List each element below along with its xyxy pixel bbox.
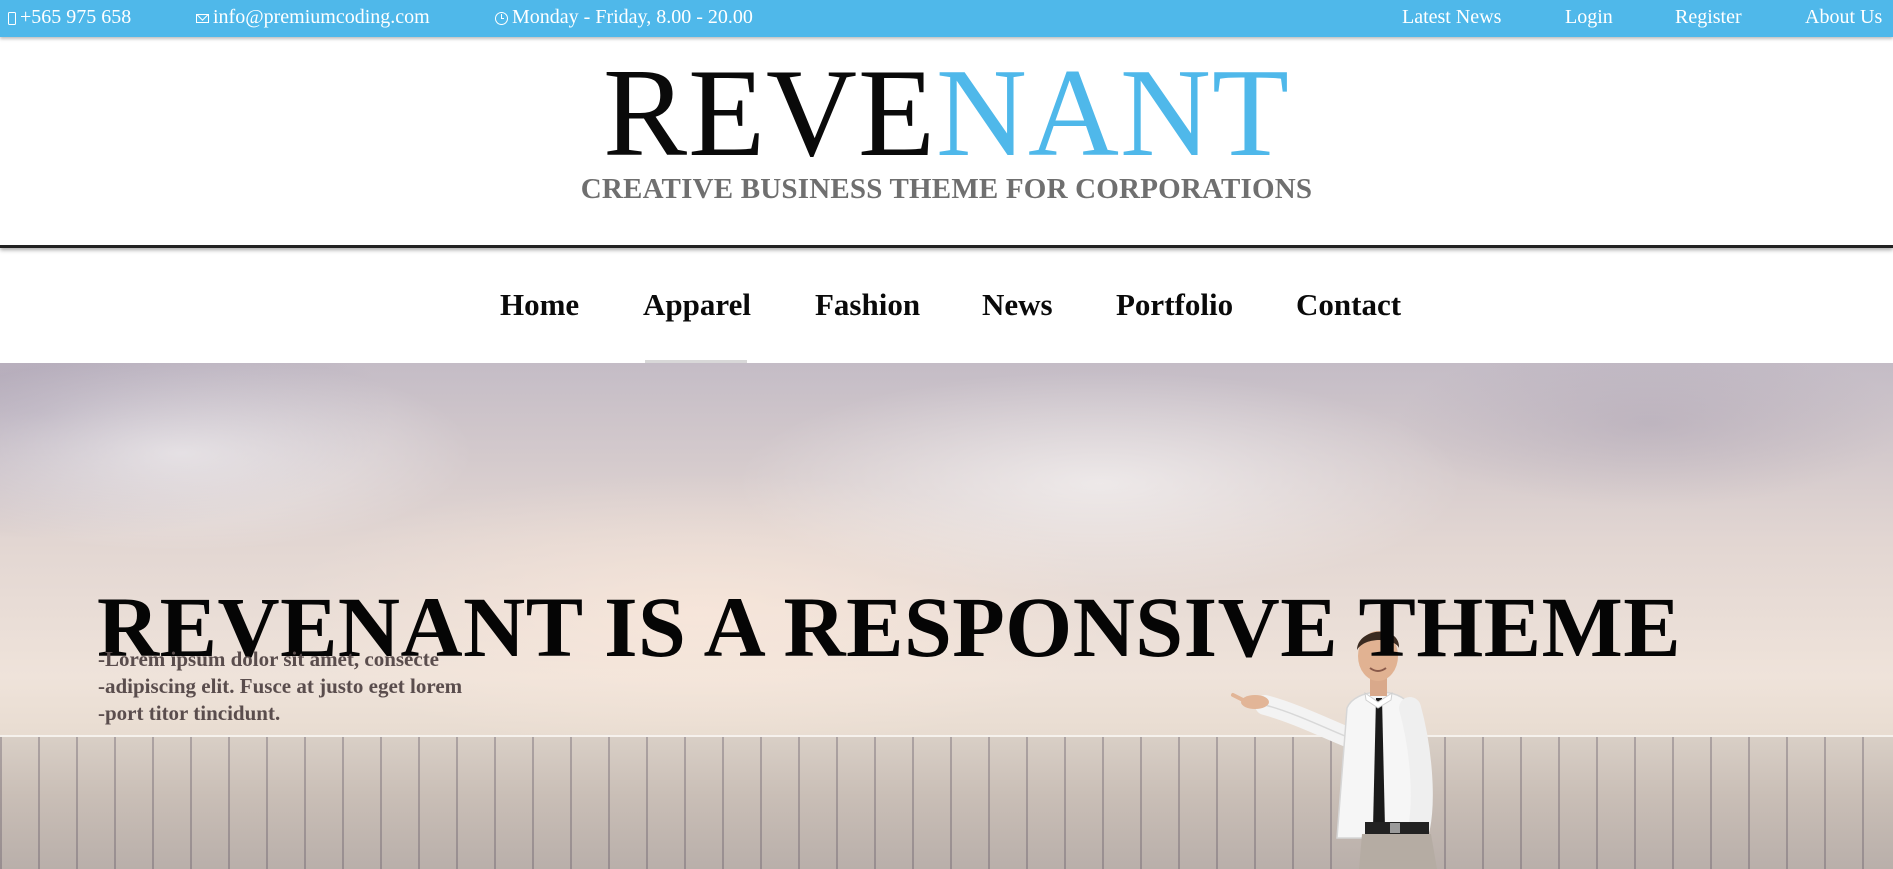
hero-line: -Lorem ipsum dolor sit amet, consecte [98, 647, 440, 671]
hero-banner: REVENANT IS A RESPONSIVE THEME -Lorem ip… [0, 363, 1893, 869]
mail-icon [196, 14, 209, 23]
contact-email[interactable]: info@premiumcoding.com [196, 6, 430, 29]
hero-description: -Lorem ipsum dolor sit amet, consecte -a… [98, 646, 462, 727]
logo-part-dark: REVE [603, 44, 936, 183]
top-link-about-us[interactable]: About Us [1805, 6, 1882, 29]
top-link-latest-news[interactable]: Latest News [1402, 6, 1501, 29]
hours-text: Monday - Friday, 8.00 - 20.00 [512, 6, 753, 28]
top-link-login[interactable]: Login [1565, 6, 1613, 29]
hero-boardwalk [0, 737, 1893, 869]
nav-item-portfolio[interactable]: Portfolio [1116, 287, 1233, 323]
nav-item-news[interactable]: News [982, 287, 1053, 323]
site-tagline: CREATIVE BUSINESS THEME FOR CORPORATIONS [580, 173, 1313, 205]
nav-item-contact[interactable]: Contact [1296, 287, 1401, 323]
hero-line: -port titor tincidunt. [98, 701, 281, 725]
clock-icon [495, 12, 508, 25]
top-bar: +565 975 658 info@premiumcoding.com Mond… [0, 0, 1893, 37]
top-link-register[interactable]: Register [1675, 6, 1742, 29]
site-logo[interactable]: REVENANT [0, 51, 1893, 177]
main-nav: Home Apparel Fashion News Portfolio Cont… [0, 250, 1893, 363]
site-header: REVENANT CREATIVE BUSINESS THEME FOR COR… [0, 37, 1893, 248]
email-text[interactable]: info@premiumcoding.com [213, 6, 430, 29]
logo-part-blue: NANT [936, 44, 1290, 183]
nav-item-apparel[interactable]: Apparel [643, 287, 751, 323]
nav-item-home[interactable]: Home [500, 287, 579, 323]
phone-icon [8, 12, 16, 25]
contact-hours: Monday - Friday, 8.00 - 20.00 [495, 6, 753, 29]
phone-text: +565 975 658 [20, 6, 132, 28]
contact-phone: +565 975 658 [8, 6, 131, 29]
nav-active-indicator [645, 360, 747, 363]
nav-item-fashion[interactable]: Fashion [815, 287, 920, 323]
hero-line: -adipiscing elit. Fusce at justo eget lo… [98, 674, 463, 698]
